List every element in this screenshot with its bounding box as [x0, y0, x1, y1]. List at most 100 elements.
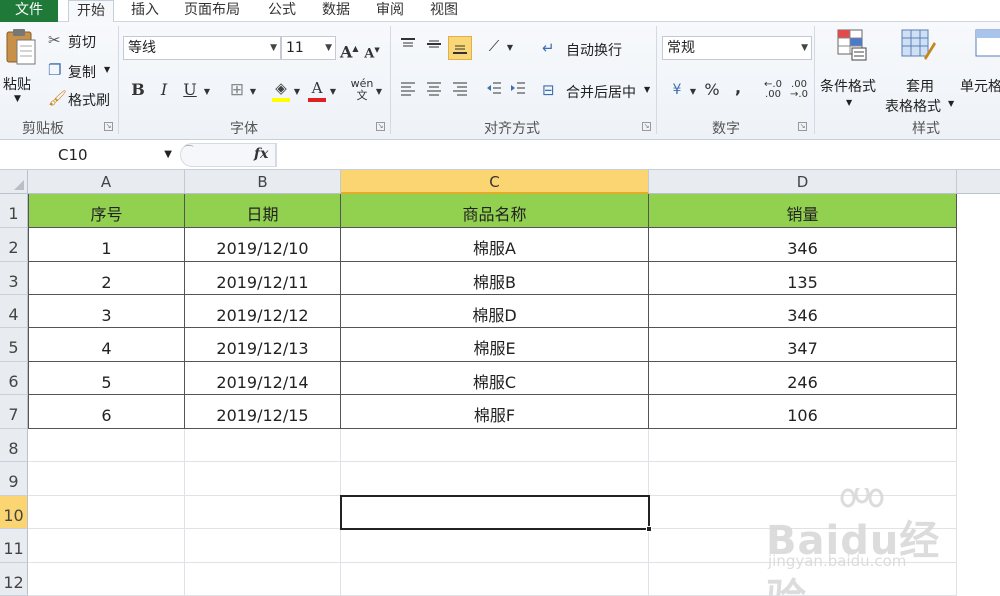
table-cell[interactable]: 棉服C: [341, 362, 649, 395]
table-cell[interactable]: 106: [649, 395, 957, 429]
table-cell[interactable]: 5: [28, 362, 185, 395]
tab-page-layout[interactable]: 页面布局: [184, 0, 240, 22]
name-box[interactable]: C10 ▼: [0, 143, 178, 167]
formula-input[interactable]: [276, 143, 1000, 167]
wrap-text-button[interactable]: ↵ 自动换行: [542, 38, 632, 60]
tab-view[interactable]: 视图: [430, 0, 458, 22]
decrease-decimal-icon[interactable]: .00 →.0: [788, 80, 810, 100]
align-top-icon[interactable]: [398, 36, 418, 57]
empty-cell[interactable]: [185, 462, 341, 496]
orientation-icon[interactable]: ⟋: [484, 36, 504, 56]
column-header-c[interactable]: C: [341, 170, 649, 194]
table-cell[interactable]: 棉服D: [341, 295, 649, 328]
border-icon[interactable]: ⊞: [226, 80, 248, 100]
row-header-7[interactable]: 7: [0, 395, 28, 429]
table-cell[interactable]: 3: [28, 295, 185, 328]
header-cell-sales[interactable]: 销量: [649, 194, 957, 228]
underline-button[interactable]: U: [180, 80, 200, 100]
row-header-5[interactable]: 5: [0, 328, 28, 362]
phonetic-icon[interactable]: wén 文: [350, 78, 374, 102]
cell-styles-button[interactable]: 单元格: [960, 26, 1000, 110]
table-cell[interactable]: 2019/12/10: [185, 228, 341, 262]
align-right-icon[interactable]: [450, 80, 470, 101]
chevron-down-icon[interactable]: ▼: [328, 82, 338, 102]
table-cell[interactable]: 棉服F: [341, 395, 649, 429]
format-as-table-button[interactable]: 套用 表格格式 ▼: [884, 26, 960, 115]
header-cell-date[interactable]: 日期: [185, 194, 341, 228]
chevron-down-icon[interactable]: ▼: [292, 82, 302, 102]
increase-decimal-icon[interactable]: ←.0.00: [762, 80, 784, 100]
align-left-icon[interactable]: [398, 80, 418, 101]
table-cell[interactable]: 246: [649, 362, 957, 395]
align-middle-icon[interactable]: [424, 36, 444, 57]
merge-center-button[interactable]: ⊟ 合并后居中 ▼: [542, 80, 654, 102]
row-header-3[interactable]: 3: [0, 262, 28, 295]
dialog-launcher-icon[interactable]: ↘: [798, 122, 807, 131]
table-cell[interactable]: 347: [649, 328, 957, 362]
empty-cell[interactable]: [185, 496, 341, 529]
table-cell[interactable]: 2: [28, 262, 185, 295]
table-cell[interactable]: 4: [28, 328, 185, 362]
font-color-icon[interactable]: A: [306, 78, 328, 102]
table-cell[interactable]: 1: [28, 228, 185, 262]
chevron-down-icon[interactable]: ▼: [374, 82, 384, 102]
table-cell[interactable]: 2019/12/14: [185, 362, 341, 395]
percent-button[interactable]: %: [702, 80, 722, 100]
empty-cell[interactable]: [649, 429, 957, 462]
empty-cell[interactable]: [341, 462, 649, 496]
cut-button[interactable]: ✂ 剪切: [48, 30, 108, 52]
insert-function-button[interactable]: fx: [254, 146, 268, 162]
align-center-icon[interactable]: [424, 80, 444, 101]
dialog-launcher-icon[interactable]: ↘: [104, 122, 113, 131]
grow-font-icon[interactable]: A▲: [340, 38, 359, 62]
column-header-d[interactable]: D: [649, 170, 957, 194]
decrease-indent-icon[interactable]: [484, 80, 504, 101]
table-cell[interactable]: 2019/12/13: [185, 328, 341, 362]
empty-cell[interactable]: [341, 563, 649, 596]
dialog-launcher-icon[interactable]: ↘: [376, 122, 385, 131]
row-header-1[interactable]: 1: [0, 194, 28, 228]
table-cell[interactable]: 135: [649, 262, 957, 295]
row-header-12[interactable]: 12: [0, 563, 28, 596]
shrink-font-icon[interactable]: A▼: [364, 40, 380, 64]
header-cell-product[interactable]: 商品名称: [341, 194, 649, 228]
row-header-11[interactable]: 11: [0, 529, 28, 563]
empty-cell[interactable]: [28, 529, 185, 563]
tab-data[interactable]: 数据: [322, 0, 350, 22]
dialog-launcher-icon[interactable]: ↘: [642, 122, 651, 131]
font-name-combo[interactable]: 等线 ▼: [123, 36, 281, 60]
row-header-4[interactable]: 4: [0, 295, 28, 328]
fill-color-icon[interactable]: ◈: [270, 78, 292, 102]
table-cell[interactable]: 346: [649, 295, 957, 328]
chevron-down-icon[interactable]: ▼: [505, 38, 515, 58]
table-cell[interactable]: 2019/12/12: [185, 295, 341, 328]
empty-cell[interactable]: [649, 462, 957, 496]
row-header-2[interactable]: 2: [0, 228, 28, 262]
paste-button[interactable]: 粘贴 ▼: [2, 26, 40, 110]
empty-cell[interactable]: [28, 429, 185, 462]
header-cell-seq[interactable]: 序号: [28, 194, 185, 228]
conditional-format-button[interactable]: 条件格式 ▼: [818, 26, 884, 110]
column-header-a[interactable]: A: [28, 170, 185, 194]
column-header-e[interactable]: [957, 170, 1000, 194]
column-header-b[interactable]: B: [185, 170, 341, 194]
empty-cell[interactable]: [341, 429, 649, 462]
table-cell[interactable]: 棉服E: [341, 328, 649, 362]
empty-cell[interactable]: [185, 529, 341, 563]
align-bottom-icon[interactable]: [448, 36, 472, 60]
table-cell[interactable]: 346: [649, 228, 957, 262]
row-header-10[interactable]: 10: [0, 496, 28, 529]
bold-button[interactable]: B: [128, 80, 148, 100]
active-cell-c10[interactable]: [340, 495, 650, 530]
table-cell[interactable]: 棉服A: [341, 228, 649, 262]
row-header-9[interactable]: 9: [0, 462, 28, 496]
number-format-combo[interactable]: 常规 ▼: [662, 36, 812, 60]
select-all-button[interactable]: [0, 170, 28, 194]
tab-home[interactable]: 开始: [68, 0, 114, 23]
chevron-down-icon[interactable]: ▼: [688, 82, 698, 102]
italic-button[interactable]: I: [154, 80, 174, 100]
empty-cell[interactable]: [28, 563, 185, 596]
empty-cell[interactable]: [185, 429, 341, 462]
font-size-combo[interactable]: 11 ▼: [281, 36, 336, 60]
comma-button[interactable]: ,: [730, 78, 746, 98]
